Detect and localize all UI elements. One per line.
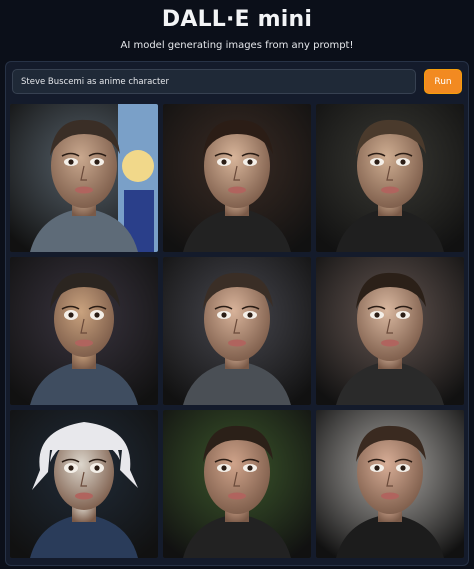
- result-image-6[interactable]: [316, 257, 464, 405]
- result-image-8[interactable]: [163, 410, 311, 558]
- result-image-3[interactable]: [316, 104, 464, 252]
- result-image-9[interactable]: [316, 410, 464, 558]
- result-image-5[interactable]: [163, 257, 311, 405]
- run-button[interactable]: Run: [424, 69, 462, 94]
- result-image-4[interactable]: [10, 257, 158, 405]
- results-grid: [10, 104, 464, 558]
- result-image-1[interactable]: [10, 104, 158, 252]
- app-title: DALL·E mini: [161, 7, 313, 32]
- app-subtitle: AI model generating images from any prom…: [120, 40, 354, 51]
- result-image-7[interactable]: [10, 410, 158, 558]
- prompt-input[interactable]: [12, 69, 416, 94]
- result-image-2[interactable]: [163, 104, 311, 252]
